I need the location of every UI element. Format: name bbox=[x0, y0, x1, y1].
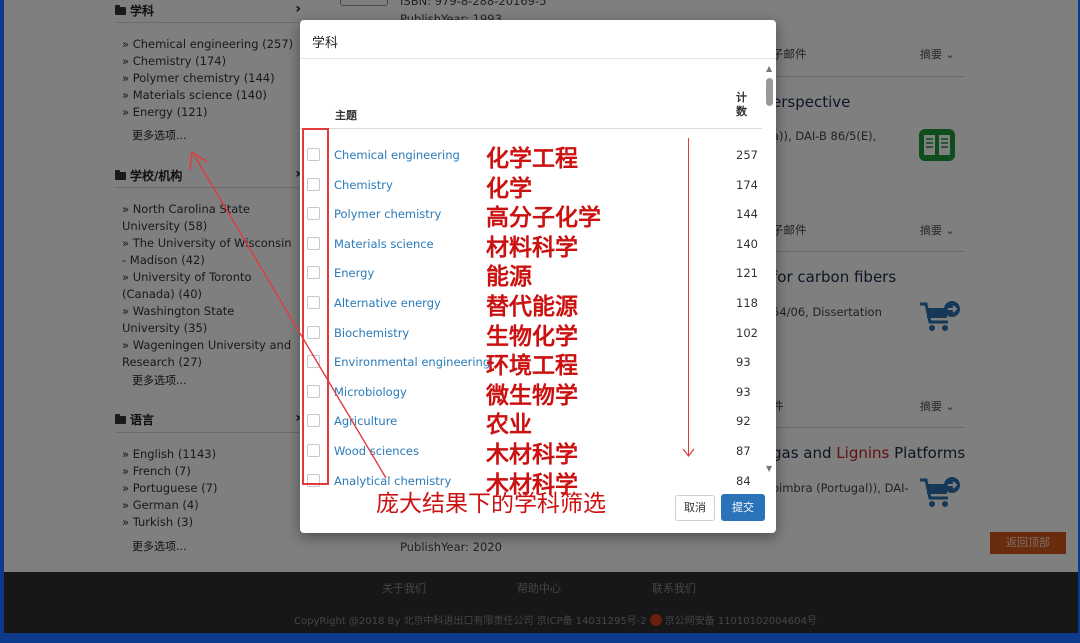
subject-count: 92 bbox=[736, 414, 751, 429]
table-row[interactable]: Environmental engineering 环境工程 93 bbox=[300, 347, 762, 379]
cancel-button[interactable]: 取消 bbox=[675, 495, 715, 521]
table-row[interactable]: Alternative energy 替代能源 118 bbox=[300, 288, 762, 320]
table-row[interactable]: Biochemistry 生物化学 102 bbox=[300, 318, 762, 350]
subject-count: 140 bbox=[736, 236, 758, 251]
divider bbox=[300, 128, 762, 129]
subject-link[interactable]: Wood sciences bbox=[334, 444, 419, 458]
subject-link[interactable]: Alternative energy bbox=[334, 296, 441, 310]
column-header-subject: 主题 bbox=[335, 109, 357, 122]
page: 学科 › » Chemical engineering (257) » Chem… bbox=[4, 0, 1078, 633]
scroll-annotation-line bbox=[688, 138, 689, 456]
subject-link[interactable]: Polymer chemistry bbox=[334, 207, 441, 221]
subject-link[interactable]: Agriculture bbox=[334, 414, 397, 428]
table-row[interactable]: Microbiology 微生物学 93 bbox=[300, 377, 762, 409]
scroll-up-icon[interactable]: ▲ bbox=[766, 64, 772, 73]
annotation-caption: 庞大结果下的学科筛选 bbox=[376, 491, 606, 517]
column-header-count: 计数 bbox=[736, 91, 747, 118]
subject-count: 87 bbox=[736, 444, 751, 458]
checkbox-highlight-box bbox=[302, 128, 329, 485]
dialog-title: 学科 bbox=[312, 36, 339, 51]
subject-count: 144 bbox=[736, 207, 758, 222]
subject-count: 93 bbox=[736, 355, 751, 370]
arrow-down-icon bbox=[682, 448, 695, 457]
submit-button[interactable]: 提交 bbox=[721, 494, 765, 521]
table-row[interactable]: Energy 能源 121 bbox=[300, 258, 762, 290]
subject-link[interactable]: Microbiology bbox=[334, 385, 407, 399]
subject-link[interactable]: Chemical engineering bbox=[334, 148, 460, 162]
subject-count: 257 bbox=[736, 148, 758, 162]
frame-border bbox=[0, 633, 1080, 643]
subject-link[interactable]: Materials science bbox=[334, 237, 434, 251]
scrollbar[interactable]: ▲ ▼ bbox=[765, 64, 774, 474]
table-row[interactable]: Chemical engineering 化学工程 257 bbox=[300, 140, 762, 172]
subject-count: 174 bbox=[736, 177, 758, 192]
subject-count: 121 bbox=[736, 266, 758, 281]
scrollbar-thumb[interactable] bbox=[766, 78, 773, 106]
subject-count: 118 bbox=[736, 296, 758, 310]
scroll-down-icon[interactable]: ▼ bbox=[766, 464, 772, 473]
subject-link[interactable]: Environmental engineering bbox=[334, 355, 490, 369]
subject-link[interactable]: Biochemistry bbox=[334, 326, 409, 340]
table-row[interactable]: Polymer chemistry 高分子化学 144 bbox=[300, 199, 762, 231]
subject-link[interactable]: Chemistry bbox=[334, 178, 393, 192]
table-row[interactable]: Agriculture 农业 92 bbox=[300, 406, 762, 438]
divider bbox=[300, 58, 776, 59]
subject-count: 84 bbox=[736, 473, 751, 488]
table-row[interactable]: Materials science 材料科学 140 bbox=[300, 229, 762, 261]
subject-filter-dialog: 学科 主题 计数 Chemical engineering 化学工程 257 Chem… bbox=[300, 20, 776, 533]
subject-count: 93 bbox=[736, 384, 751, 399]
table-row[interactable]: Chemistry 化学 174 bbox=[300, 170, 762, 202]
subject-link[interactable]: Energy bbox=[334, 266, 374, 280]
subject-count: 102 bbox=[736, 325, 758, 340]
